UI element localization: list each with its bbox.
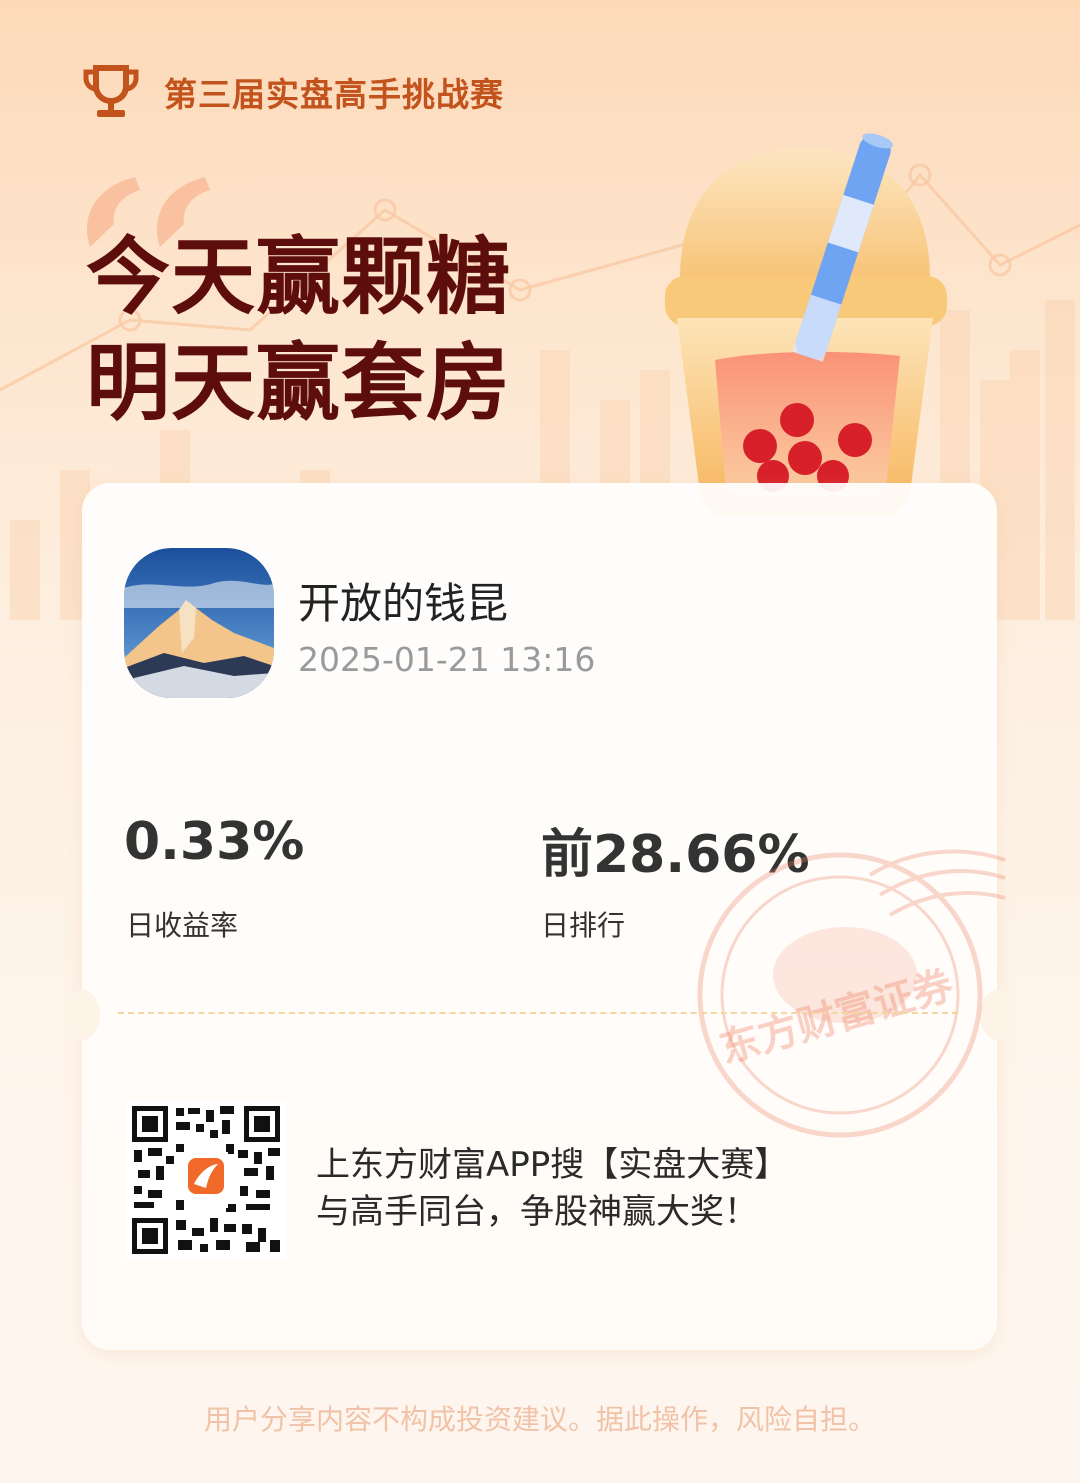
daily-return-label: 日收益率 <box>126 909 239 942</box>
milk-tea-illustration <box>665 133 947 518</box>
promo-line-1: 上东方财富APP搜【实盘大赛】 <box>316 1145 789 1185</box>
dashed-divider <box>118 1012 958 1014</box>
headline-line-1: 今天赢颗糖 <box>86 228 512 326</box>
headline: 今天赢颗糖 明天赢套房 <box>86 224 511 436</box>
qr-code[interactable] <box>126 1100 286 1260</box>
headline-line-2: 明天赢套房 <box>86 334 512 432</box>
daily-rank-label: 日排行 <box>541 909 626 942</box>
daily-return-value: 0.33% <box>124 812 305 872</box>
ticket-notch-left <box>64 990 100 1040</box>
contest-title: 第三届实盘高手挑战赛 <box>164 75 504 114</box>
trophy-icon <box>83 65 139 117</box>
company-stamp: 东方财富证券 <box>697 849 1006 1138</box>
promo-line-2: 与高手同台，争股神赢大奖！ <box>316 1192 758 1232</box>
avatar <box>124 548 274 698</box>
disclaimer: 用户分享内容不构成投资建议。据此操作，风险自担。 <box>203 1403 876 1436</box>
username: 开放的钱昆 <box>298 579 509 628</box>
post-datetime: 2025-01-21 13:16 <box>298 640 596 679</box>
contest-header: 第三届实盘高手挑战赛 <box>82 64 504 120</box>
